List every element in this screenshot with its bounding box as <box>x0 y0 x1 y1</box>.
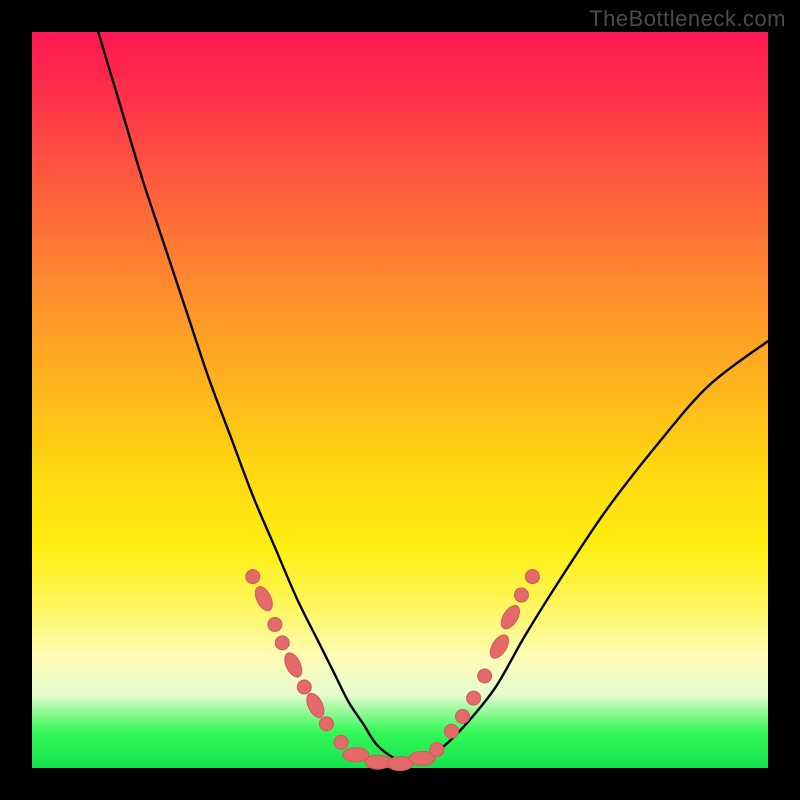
curve-marker <box>498 602 524 631</box>
curve-marker <box>334 735 348 749</box>
curve-marker <box>281 650 305 680</box>
curve-marker <box>319 717 333 731</box>
curve-marker <box>514 588 528 602</box>
watermark-text: TheBottleneck.com <box>589 6 786 32</box>
curve-svg <box>32 32 768 768</box>
curve-marker <box>252 584 276 614</box>
curve-marker <box>268 617 282 631</box>
curve-marker <box>525 570 539 584</box>
curve-marker <box>303 691 327 721</box>
curve-marker <box>430 743 444 757</box>
curve-marker <box>467 691 481 705</box>
bottleneck-curve <box>98 32 768 762</box>
plot-area <box>32 32 768 768</box>
curve-markers <box>246 570 540 771</box>
curve-marker <box>246 570 260 584</box>
curve-marker <box>343 748 369 762</box>
curve-marker <box>275 636 289 650</box>
curve-marker <box>456 709 470 723</box>
curve-marker <box>478 669 492 683</box>
chart-frame: TheBottleneck.com <box>0 0 800 800</box>
curve-marker <box>297 680 311 694</box>
curve-marker <box>487 632 513 661</box>
curve-marker <box>445 724 459 738</box>
